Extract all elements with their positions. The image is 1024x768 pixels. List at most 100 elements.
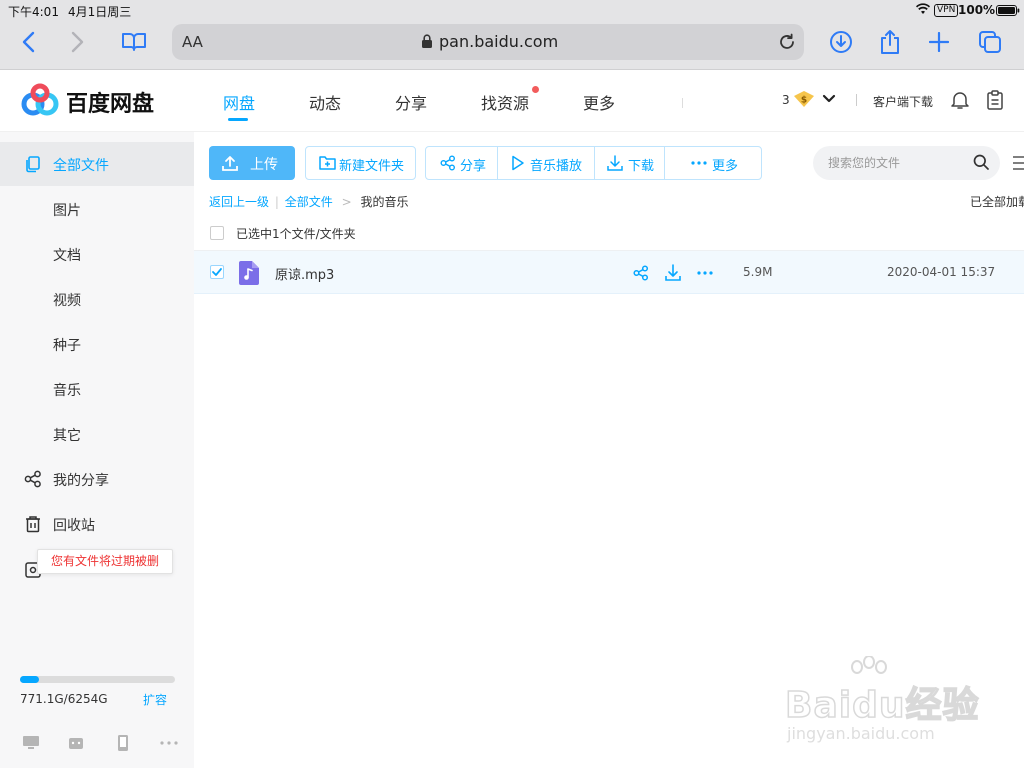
sidebar-item-label: 视频 [53,293,81,309]
downloads-icon[interactable] [826,20,856,64]
share-label: 分享 [460,159,487,174]
breadcrumb-back[interactable]: 返回上一级 [209,195,269,209]
logo-text[interactable]: 百度网盘 [66,86,154,118]
search-icon[interactable] [973,154,989,170]
sidebar: 全部文件 图片 文档 视频 种子 音乐 其它 我的分享 回收站 您有文件将过期被… [0,132,194,768]
sidebar-item-label: 全部文件 [53,158,109,174]
upload-icon [222,155,238,171]
row-share-icon[interactable] [633,265,649,281]
file-name[interactable]: 原谅.mp3 [275,264,334,283]
sidebar-item-label: 种子 [53,338,81,354]
more-label: 更多 [712,159,739,174]
vip-coin-icon[interactable]: $ [793,90,815,108]
new-folder-label: 新建文件夹 [339,159,405,174]
music-play-button[interactable]: 音乐播放 [498,147,594,179]
nav-find-resources[interactable]: 找资源 [481,90,529,114]
more-dots-icon [691,161,707,165]
more-actions-button[interactable]: 更多 [665,147,761,179]
search-input[interactable]: 搜索您的文件 [813,146,1000,180]
breadcrumb-current: 我的音乐 [360,195,409,209]
battery-percent: 100% [958,3,996,17]
storage-bar-fill [20,676,40,683]
baidu-netdisk-logo-icon[interactable] [20,83,60,117]
android-icon[interactable] [68,735,84,751]
share-button[interactable]: 分享 [426,147,497,179]
forward-icon[interactable] [64,20,92,64]
breadcrumb-chevron: > [341,195,352,209]
sidebar-item-label: 回收站 [53,518,95,534]
sidebar-item-documents[interactable]: 文档 [0,232,194,276]
list-view-icon[interactable] [1012,155,1024,171]
selection-count: 已选中1个文件/文件夹 [236,227,356,241]
desktop-icon[interactable] [22,735,40,751]
sidebar-item-other[interactable]: 其它 [0,412,194,456]
table-row[interactable]: 原谅.mp3 5.9M 2020-04-01 15:37 [194,251,1024,294]
sidebar-item-torrents[interactable]: 种子 [0,322,194,366]
svg-text:$: $ [801,96,807,106]
mobile-icon[interactable] [117,734,129,752]
site-header: 百度网盘 网盘 动态 分享 找资源 更多 3 $ 客户端下载 [0,70,1024,132]
status-date: 4月1日周三 [68,5,132,19]
storage-used: 771.1G/6254G [20,692,108,706]
sidebar-item-music[interactable]: 音乐 [0,367,194,411]
notification-dot [532,86,539,93]
vpn-badge: VPN [934,4,959,17]
play-icon [511,155,525,171]
clipboard-icon[interactable] [987,90,1003,110]
bookmarks-icon[interactable] [118,20,150,64]
reload-icon[interactable] [778,33,796,51]
sidebar-item-videos[interactable]: 视频 [0,277,194,321]
sidebar-item-label: 其它 [53,428,81,444]
sidebar-item-label: 音乐 [53,383,81,399]
upload-label: 上传 [250,157,278,173]
address-bar[interactable]: AA pan.baidu.com [172,24,804,60]
new-tab-icon[interactable] [926,20,952,64]
sidebar-item-my-shares[interactable]: 我的分享 [0,457,194,501]
nav-share[interactable]: 分享 [395,90,427,114]
trash-icon [24,515,42,533]
download-icon [607,155,623,171]
sidebar-item-label: 图片 [53,203,81,219]
expand-storage-link[interactable]: 扩容 [143,691,167,708]
nav-netdisk[interactable]: 网盘 [223,90,255,114]
nav-activity[interactable]: 动态 [309,90,341,114]
select-all-checkbox[interactable] [210,226,224,240]
upload-button[interactable]: 上传 [209,146,295,180]
download-button[interactable]: 下载 [595,147,664,179]
client-download-link[interactable]: 客户端下载 [873,93,933,110]
sidebar-item-recycle-bin[interactable]: 回收站 [0,502,194,546]
battery-icon [996,5,1020,16]
file-date: 2020-04-01 15:37 [887,265,996,279]
status-time: 下午4:01 [8,5,59,19]
more-dots-icon[interactable] [160,741,178,745]
expiry-warning-tooltip: 您有文件将过期被删 [37,549,174,574]
sidebar-item-all-files[interactable]: 全部文件 [0,142,194,186]
wifi-icon [916,3,930,15]
text-size-button[interactable]: AA [182,33,203,51]
lock-icon [422,34,432,48]
row-download-icon[interactable] [665,264,681,281]
new-folder-button[interactable]: 新建文件夹 [305,146,416,180]
file-action-group: 分享 音乐播放 下载 更多 [425,146,762,180]
status-bar: 下午4:01 4月1日周三 VPN 100% [0,0,1024,20]
bell-icon[interactable] [951,90,969,110]
row-more-icon[interactable] [697,271,713,275]
back-icon[interactable] [14,20,42,64]
share-icon[interactable] [876,20,904,64]
sidebar-item-images[interactable]: 图片 [0,187,194,231]
sidebar-item-label: 我的分享 [53,473,109,489]
divider [682,98,683,108]
music-file-icon [238,260,260,286]
storage-bar [20,676,175,683]
download-label: 下载 [628,159,655,174]
files-icon [24,155,42,173]
chevron-down-icon[interactable] [822,94,836,104]
nav-more[interactable]: 更多 [583,90,615,114]
watermark-brand: Baidu经验 [784,684,980,727]
browser-toolbar: AA pan.baidu.com [0,20,1024,70]
tabs-overview-icon[interactable] [976,20,1004,64]
row-checkbox[interactable] [210,265,224,279]
folder-plus-icon [319,155,336,170]
breadcrumb-separator: | [274,195,279,209]
breadcrumb-all-files[interactable]: 全部文件 [285,195,333,209]
